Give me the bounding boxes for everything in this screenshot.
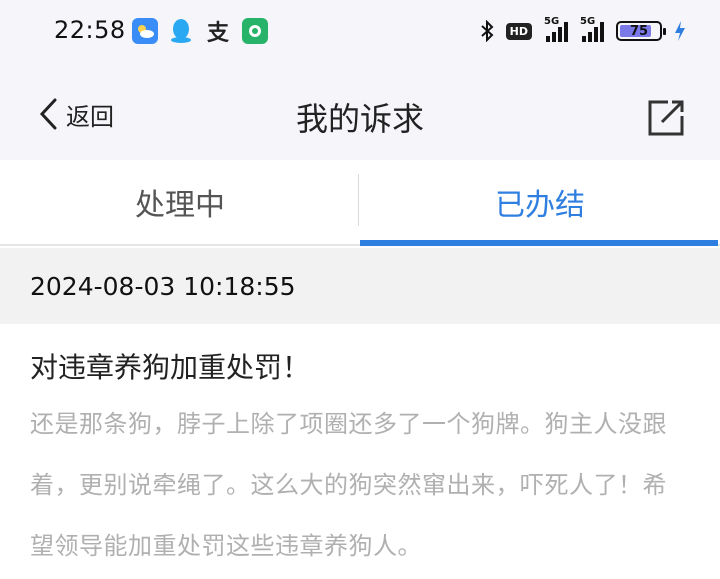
external-edit-icon[interactable] xyxy=(646,98,686,138)
tab-completed[interactable]: 已办结 xyxy=(360,160,720,244)
record-item[interactable]: 对违章养狗加重处罚！ 还是那条狗，脖子上除了项圈还多了一个狗牌。狗主人没跟着，更… xyxy=(0,324,720,579)
status-time: 22:58 xyxy=(54,16,126,44)
page-title: 我的诉求 xyxy=(295,100,424,138)
nav-bar: 返回 我的诉求 xyxy=(0,64,720,160)
qq-app-icon xyxy=(168,18,194,44)
battery-icon: 75 xyxy=(616,21,666,41)
status-indicators: HD 5G 5G 75 xyxy=(480,16,686,46)
security-app-icon xyxy=(242,18,268,44)
signal-icon-2: 5G xyxy=(580,16,604,42)
record-datetime: 2024-08-03 10:18:55 xyxy=(30,271,296,301)
weather-app-icon xyxy=(132,18,158,44)
charging-icon xyxy=(675,21,685,41)
active-tab-indicator xyxy=(360,240,718,246)
record-date-header: 2024-08-03 10:18:55 xyxy=(0,248,720,324)
alipay-app-icon: 支 xyxy=(206,21,229,46)
status-bar: 22:58 支 HD 5G 5G 75 xyxy=(0,0,720,64)
notification-icons: 支 xyxy=(132,18,268,46)
tab-processing[interactable]: 处理中 xyxy=(0,160,360,244)
tab-bar: 处理中 已办结 xyxy=(0,160,720,246)
tab-divider xyxy=(358,174,359,226)
signal-icon-1: 5G xyxy=(544,16,568,42)
bluetooth-icon xyxy=(480,20,494,42)
record-title: 对违章养狗加重处罚！ xyxy=(30,351,311,384)
record-content: 还是那条狗，脖子上除了项圈还多了一个狗牌。狗主人没跟着，更别说牵绳了。这么大的狗… xyxy=(30,410,667,560)
hd-badge: HD xyxy=(505,22,532,40)
